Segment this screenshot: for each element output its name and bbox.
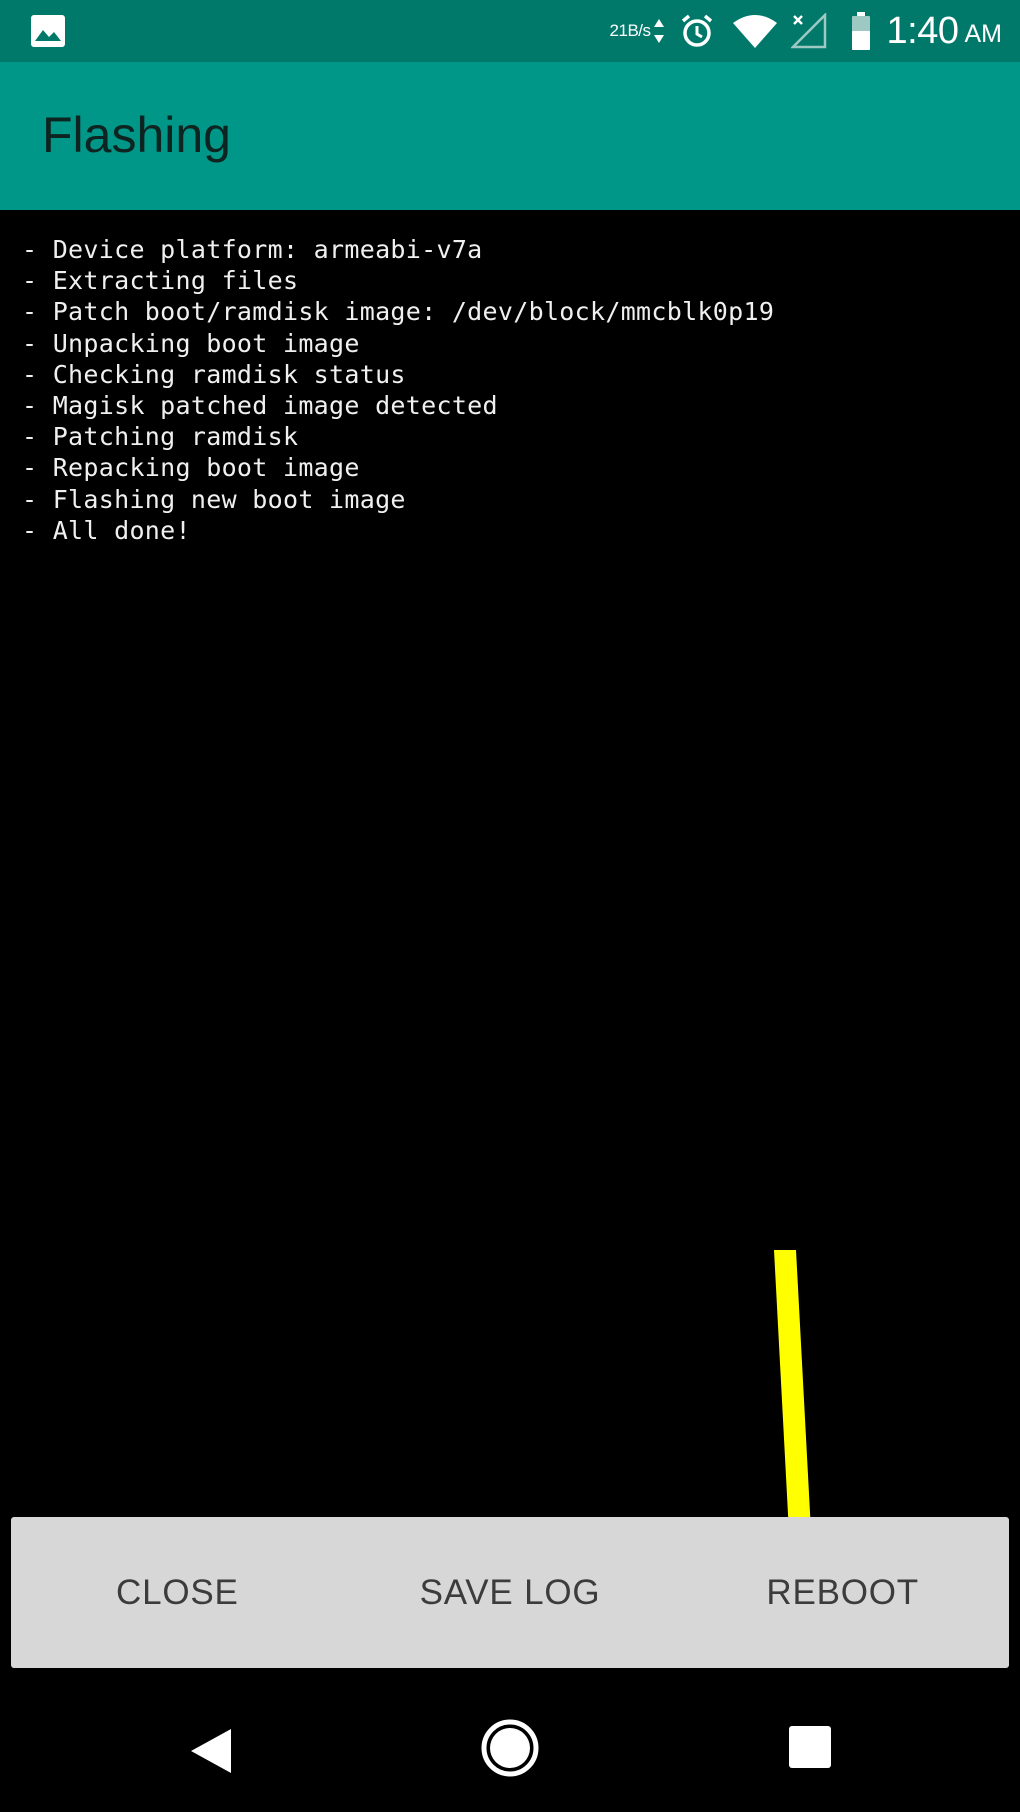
- back-icon[interactable]: [190, 1728, 232, 1774]
- log-line: - Patch boot/ramdisk image: /dev/block/m…: [22, 297, 775, 327]
- save-log-button[interactable]: SAVE LOG: [344, 1517, 677, 1668]
- clock-ampm: AM: [964, 19, 1003, 48]
- log-line: - Unpacking boot image: [22, 328, 360, 358]
- action-button-bar: CLOSE SAVE LOG REBOOT: [11, 1517, 1009, 1668]
- log-line: - Repacking boot image: [22, 453, 360, 483]
- log-line: - Patching ramdisk: [22, 422, 299, 452]
- navigation-bar: [0, 1668, 1020, 1812]
- log-line: - Flashing new boot image: [22, 484, 406, 514]
- app-bar: Flashing: [0, 62, 1020, 210]
- wifi-icon: [732, 15, 777, 48]
- clock-time: 1:40: [886, 9, 959, 52]
- log-line: - All done!: [22, 515, 191, 545]
- data-arrows-icon: [653, 19, 664, 43]
- log-list: - Device platform: armeabi-v7a - Extract…: [22, 234, 774, 546]
- reboot-button[interactable]: REBOOT: [676, 1517, 1009, 1668]
- status-indicators: 21B/s 1:40 AM: [610, 0, 1002, 62]
- network-speed: 21B/s: [609, 21, 651, 40]
- page-title: Flashing: [42, 107, 231, 163]
- log-console: - Device platform: armeabi-v7a - Extract…: [0, 210, 1020, 1677]
- home-icon[interactable]: [480, 1718, 540, 1778]
- alarm-icon: [681, 14, 712, 47]
- log-line: - Device platform: armeabi-v7a: [22, 235, 483, 264]
- log-line: - Checking ramdisk status: [22, 359, 406, 389]
- log-line: - Magisk patched image detected: [22, 390, 498, 420]
- status-bar: 21B/s 1:40 AM: [0, 0, 1020, 62]
- recents-icon[interactable]: [788, 1725, 832, 1769]
- gallery-icon: [31, 15, 65, 47]
- battery-icon: [851, 12, 870, 50]
- log-line: - Extracting files: [22, 266, 299, 296]
- signal-icon: [790, 13, 826, 49]
- flashing-screen: 21B/s 1:40 AM Flashing - Device platform…: [0, 0, 1020, 1812]
- close-button[interactable]: CLOSE: [11, 1517, 344, 1668]
